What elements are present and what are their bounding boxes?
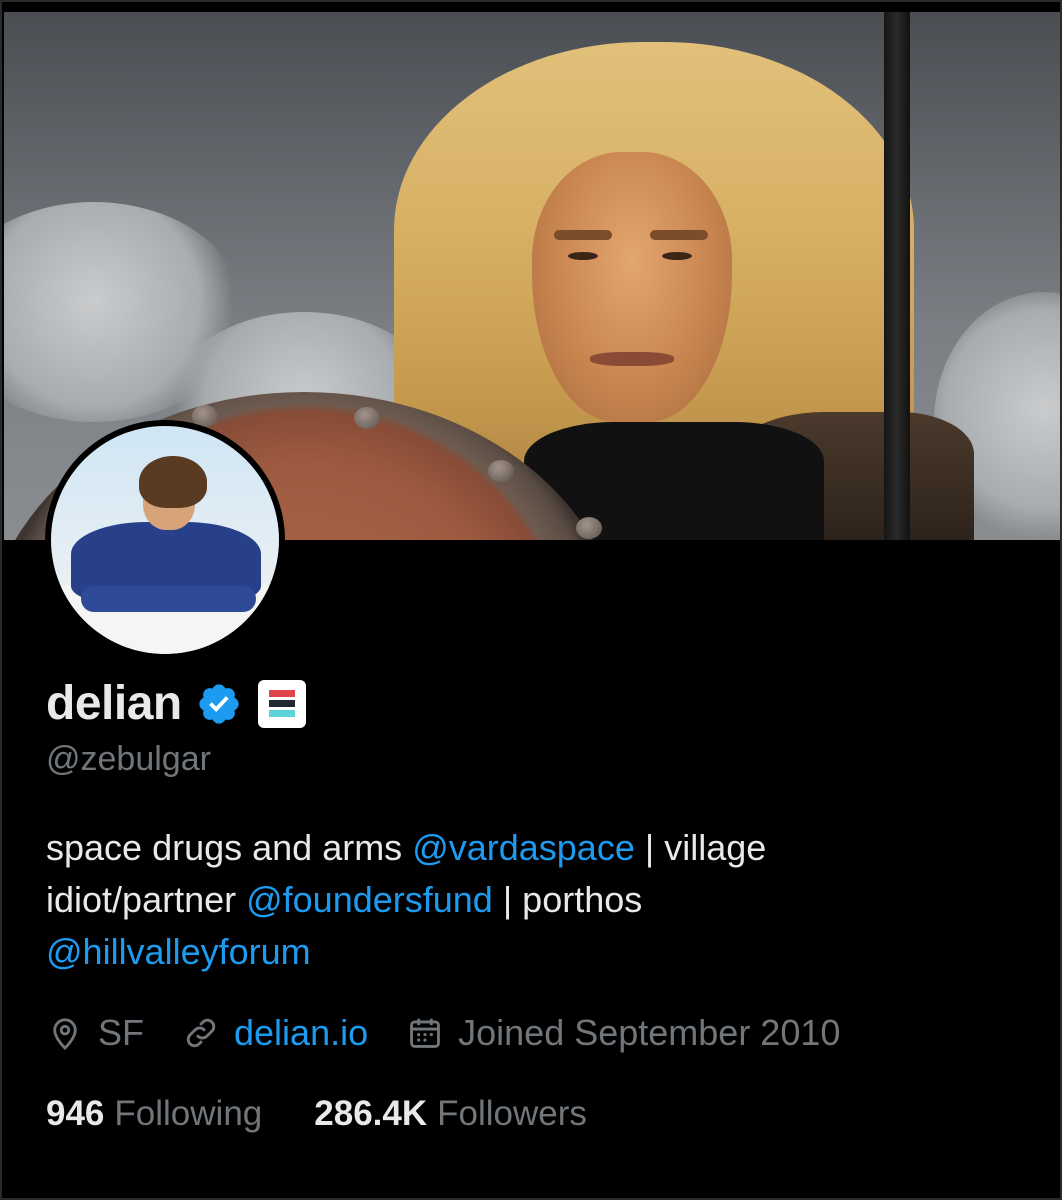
shield-rivet	[576, 517, 602, 539]
affil-stripe	[268, 710, 295, 717]
bio-text: | village	[634, 827, 767, 868]
avatar-hair	[139, 456, 207, 508]
warrior-face	[532, 152, 732, 422]
joined-text: Joined September 2010	[458, 1012, 841, 1053]
website-item: delian.io	[182, 1012, 368, 1054]
mention-link-hillvalleyforum[interactable]: @hillvalleyforum	[46, 931, 311, 972]
spear	[884, 12, 910, 540]
bio-text: space drugs and arms	[46, 827, 413, 868]
display-name: delian	[46, 677, 182, 730]
profile-avatar[interactable]	[45, 420, 285, 660]
location-text: SF	[98, 1012, 145, 1053]
followers-label: Followers	[437, 1094, 587, 1133]
profile-name-row: delian	[46, 676, 306, 731]
shield-rivet	[354, 407, 380, 429]
brow	[650, 230, 708, 240]
avatar-photo	[51, 426, 279, 654]
profile-bio: space drugs and arms @vardaspace | villa…	[46, 822, 1006, 978]
mention-link-foundersfund[interactable]: @foundersfund	[246, 879, 493, 920]
eye	[662, 252, 692, 260]
profile-stats: 946 Following 286.4K Followers	[46, 1094, 639, 1134]
joined-item: Joined September 2010	[406, 1012, 840, 1054]
following-link[interactable]: 946 Following	[46, 1094, 262, 1134]
avatar-arms	[81, 586, 256, 612]
bio-line: idiot/partner @foundersfund | porthos	[46, 874, 1006, 926]
brow	[554, 230, 612, 240]
location-item: SF	[46, 1012, 144, 1054]
calendar-icon	[410, 1018, 441, 1048]
shield-rivet	[488, 460, 514, 482]
vardaspace-affiliation-icon[interactable]	[257, 679, 306, 728]
mention-link-vardaspace[interactable]: @vardaspace	[412, 827, 635, 868]
bio-line: space drugs and arms @vardaspace | villa…	[46, 822, 1006, 874]
location-pin-icon	[53, 1018, 77, 1050]
affil-stripe	[268, 690, 295, 697]
website-link[interactable]: delian.io	[234, 1012, 368, 1054]
eye	[568, 252, 598, 260]
bio-text: idiot/partner	[46, 879, 247, 920]
bio-text: | porthos	[492, 879, 643, 920]
profile-meta: SF delian.io Joined September 2010	[46, 1012, 878, 1054]
mouth	[590, 352, 674, 366]
followers-count: 286.4K	[314, 1094, 428, 1133]
following-count: 946	[46, 1094, 105, 1133]
profile-handle: @zebulgar	[46, 740, 211, 778]
affil-stripe	[268, 700, 295, 707]
verified-badge-icon[interactable]	[196, 681, 242, 727]
following-label: Following	[114, 1094, 263, 1133]
followers-link[interactable]: 286.4K Followers	[314, 1094, 587, 1134]
link-icon	[186, 1018, 216, 1048]
bio-line: @hillvalleyforum	[46, 926, 1006, 978]
